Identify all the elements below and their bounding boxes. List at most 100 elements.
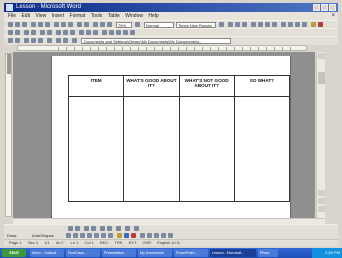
sort-ascending-icon[interactable] (116, 30, 121, 35)
autosum-icon[interactable] (130, 30, 135, 35)
minimize-button[interactable] (313, 4, 320, 11)
start-button[interactable]: start (2, 249, 26, 257)
menu-insert[interactable]: Insert (52, 13, 65, 19)
table-header-cell-item[interactable]: ITEM (67, 75, 125, 97)
dash-style-icon[interactable] (147, 233, 152, 238)
insert-table-icon[interactable] (56, 30, 61, 35)
close-button[interactable] (329, 4, 336, 11)
align-right-icon[interactable] (265, 22, 270, 27)
rectangle-icon[interactable] (80, 233, 85, 238)
show-web-toolbar-icon[interactable] (72, 38, 77, 43)
align-left-icon[interactable] (251, 22, 256, 27)
print-icon[interactable] (31, 22, 36, 27)
merge-cells-icon[interactable] (63, 30, 68, 35)
border-icon[interactable] (40, 30, 45, 35)
spelling-icon[interactable] (45, 22, 50, 27)
taskbar-item-powerpoint[interactable]: PowerPoint... (174, 249, 208, 257)
eraser-icon[interactable] (31, 30, 36, 35)
menu-file[interactable]: File (8, 13, 16, 19)
status-ext[interactable]: EXT (129, 240, 137, 245)
forward-icon[interactable] (15, 38, 20, 43)
split-cells-icon[interactable] (70, 30, 75, 35)
refresh-icon[interactable] (31, 38, 36, 43)
menu-tools[interactable]: Tools (91, 13, 103, 19)
bullets-icon[interactable] (288, 22, 293, 27)
paste-icon[interactable] (68, 22, 73, 27)
scroll-up-icon[interactable] (318, 53, 325, 59)
line-color-icon[interactable] (124, 233, 129, 238)
taskbar-item-firstclass[interactable]: FirstClass... (66, 249, 100, 257)
help-icon[interactable] (135, 22, 140, 27)
favorites-icon[interactable] (56, 38, 61, 43)
status-rec[interactable]: REC (100, 240, 108, 245)
dropdown-arrow-icon[interactable] (15, 30, 20, 35)
draw-menu-button[interactable]: Draw (7, 232, 16, 239)
underline-icon[interactable] (242, 22, 247, 27)
system-tray-clock[interactable]: 2:30 PM (312, 248, 342, 258)
shading-icon[interactable] (47, 30, 52, 35)
italic-icon[interactable] (235, 22, 240, 27)
table-cell[interactable] (233, 96, 291, 202)
wordart-icon[interactable] (101, 233, 106, 238)
evaluation-table[interactable]: ITEM WHAT'S GOOD ABOUT IT? WHAT'S NOT GO… (67, 75, 291, 202)
taskbar-item-my-documents[interactable]: My Documents (138, 249, 172, 257)
word-app-icon[interactable] (6, 4, 13, 11)
reject-change-icon[interactable] (91, 226, 96, 231)
sort-descending-icon[interactable] (123, 30, 128, 35)
table-icon[interactable] (93, 22, 98, 27)
table-header-cell-not-good[interactable]: WHAT'S NOT GOOD ABOUT IT? (178, 75, 235, 97)
go-icon[interactable] (63, 38, 68, 43)
highlight-changes-icon[interactable] (116, 226, 121, 231)
taskbar-item-photo[interactable]: Photo (258, 249, 278, 257)
drawing-icon[interactable] (107, 22, 112, 27)
copy-icon[interactable] (61, 22, 66, 27)
back-icon[interactable] (8, 38, 13, 43)
3d-icon[interactable] (168, 233, 173, 238)
table-header-cell-so-what[interactable]: SO WHAT? (233, 75, 291, 97)
status-trk[interactable]: TRK (115, 240, 123, 245)
draw-font-color-icon[interactable] (131, 233, 136, 238)
vertical-ruler[interactable] (5, 53, 12, 217)
line-style-icon[interactable] (140, 233, 145, 238)
distribute-columns-icon[interactable] (93, 30, 98, 35)
home-icon[interactable] (38, 38, 43, 43)
cut-icon[interactable] (54, 22, 59, 27)
shadow-icon[interactable] (161, 233, 166, 238)
insert-comment-icon[interactable] (68, 226, 73, 231)
browse-object-icon[interactable] (318, 198, 325, 204)
menu-view[interactable]: View (35, 13, 46, 19)
new-document-icon[interactable] (8, 22, 13, 27)
address-field[interactable]: Documents and Settings\Owner\My Document… (81, 38, 231, 44)
track-changes-icon[interactable] (75, 226, 80, 231)
next-page-icon[interactable] (318, 206, 325, 212)
save-icon[interactable] (22, 22, 27, 27)
clip-art-icon[interactable] (108, 233, 113, 238)
decrease-indent-icon[interactable] (295, 22, 300, 27)
scroll-thumb[interactable] (318, 72, 325, 84)
taskbar-item-word[interactable]: Lesson - Microsoft... (210, 249, 256, 257)
table-cell[interactable] (178, 96, 235, 202)
text-box-icon[interactable] (94, 233, 99, 238)
columns-icon[interactable] (100, 22, 105, 27)
menu-table[interactable]: Table (108, 13, 120, 19)
next-change-icon[interactable] (107, 226, 112, 231)
table-cell[interactable] (123, 96, 180, 202)
numbering-icon[interactable] (281, 22, 286, 27)
menu-help[interactable]: Help (148, 13, 158, 19)
previous-page-icon[interactable] (318, 190, 325, 196)
table-draw-icon[interactable] (24, 30, 29, 35)
redo-icon[interactable] (84, 22, 89, 27)
table-header-cell-good[interactable]: WHAT'S GOOD ABOUT IT? (123, 75, 180, 97)
search-web-icon[interactable] (47, 38, 52, 43)
align-icon[interactable] (8, 30, 13, 35)
font-color-icon[interactable] (318, 22, 323, 27)
highlight-icon[interactable] (311, 22, 316, 27)
align-top-icon[interactable] (79, 30, 84, 35)
arrow-icon[interactable] (73, 233, 78, 238)
stop-icon[interactable] (24, 38, 29, 43)
title-bar[interactable]: Lesson - Microsoft Word (4, 3, 338, 12)
align-center-icon[interactable] (258, 22, 263, 27)
undo-icon[interactable] (77, 22, 82, 27)
menu-edit[interactable]: Edit (21, 13, 30, 19)
table-cell[interactable] (67, 96, 125, 202)
